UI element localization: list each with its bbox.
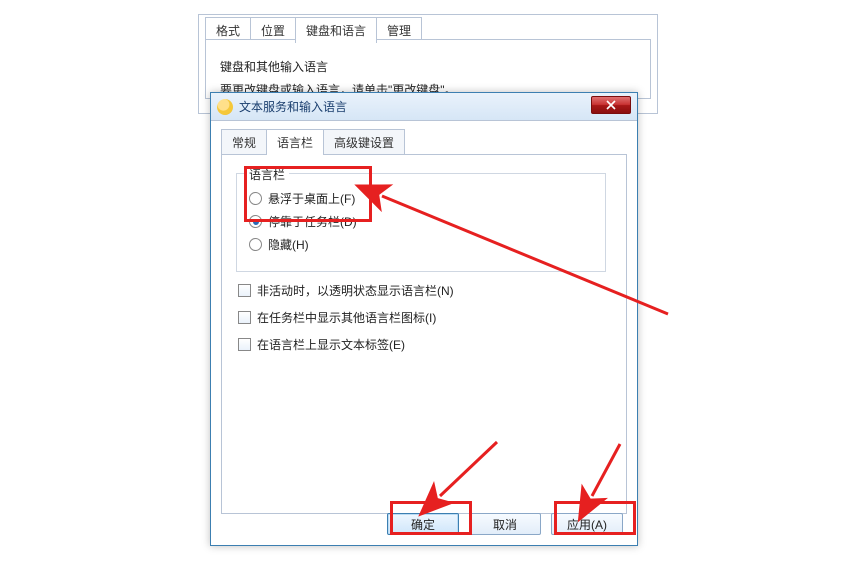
radio-dock[interactable] xyxy=(249,215,262,228)
dialog-body: 常规 语言栏 高级键设置 语言栏 悬浮于桌面上(F) 停靠于任务栏(D) 隐藏(… xyxy=(211,121,637,545)
dialog-buttons: 确定 取消 应用(A) xyxy=(387,513,623,535)
checkbox-row-extra-icons[interactable]: 在任务栏中显示其他语言栏图标(I) xyxy=(238,309,612,326)
radio-float[interactable] xyxy=(249,192,262,205)
close-icon xyxy=(606,100,616,110)
cancel-button[interactable]: 取消 xyxy=(469,513,541,535)
close-button[interactable] xyxy=(591,96,631,114)
ok-button[interactable]: 确定 xyxy=(387,513,459,535)
langbar-groupbox: 语言栏 悬浮于桌面上(F) 停靠于任务栏(D) 隐藏(H) xyxy=(236,173,606,272)
langbar-panel: 语言栏 悬浮于桌面上(F) 停靠于任务栏(D) 隐藏(H) 非活动时，以透明状态… xyxy=(221,154,627,514)
radio-hide-label: 隐藏(H) xyxy=(268,236,309,253)
app-icon xyxy=(217,99,233,115)
checkbox-inactive-transparent-label: 非活动时，以透明状态显示语言栏(N) xyxy=(257,282,454,299)
radio-dock-label: 停靠于任务栏(D) xyxy=(268,213,357,230)
checkbox-inactive-transparent[interactable] xyxy=(238,284,251,297)
radio-hide[interactable] xyxy=(249,238,262,251)
parent-heading: 键盘和其他输入语言 xyxy=(220,58,636,75)
radio-row-dock[interactable]: 停靠于任务栏(D) xyxy=(249,213,593,230)
checkbox-text-labels[interactable] xyxy=(238,338,251,351)
apply-button[interactable]: 应用(A) xyxy=(551,513,623,535)
tab-general[interactable]: 常规 xyxy=(221,129,267,155)
radio-row-hide[interactable]: 隐藏(H) xyxy=(249,236,593,253)
text-services-dialog: 文本服务和输入语言 常规 语言栏 高级键设置 语言栏 悬浮于桌面上(F) 停靠于… xyxy=(210,92,638,546)
checkbox-row-text-labels[interactable]: 在语言栏上显示文本标签(E) xyxy=(238,336,612,353)
dialog-tabs: 常规 语言栏 高级键设置 xyxy=(221,129,627,155)
tab-keyboard-language[interactable]: 键盘和语言 xyxy=(295,17,377,43)
dialog-title: 文本服务和输入语言 xyxy=(239,98,633,115)
groupbox-legend: 语言栏 xyxy=(245,166,289,183)
checkbox-extra-icons-label: 在任务栏中显示其他语言栏图标(I) xyxy=(257,309,436,326)
dialog-titlebar[interactable]: 文本服务和输入语言 xyxy=(211,93,637,121)
radio-float-label: 悬浮于桌面上(F) xyxy=(268,190,355,207)
checkbox-text-labels-label: 在语言栏上显示文本标签(E) xyxy=(257,336,405,353)
tab-language-bar[interactable]: 语言栏 xyxy=(266,129,324,155)
checkbox-extra-icons[interactable] xyxy=(238,311,251,324)
radio-row-float[interactable]: 悬浮于桌面上(F) xyxy=(249,190,593,207)
checkbox-row-inactive-transparent[interactable]: 非活动时，以透明状态显示语言栏(N) xyxy=(238,282,612,299)
tab-advanced-keys[interactable]: 高级键设置 xyxy=(323,129,405,155)
parent-body: 键盘和其他输入语言 要更改键盘或输入语言，请单击"更改键盘"。 xyxy=(205,39,651,99)
